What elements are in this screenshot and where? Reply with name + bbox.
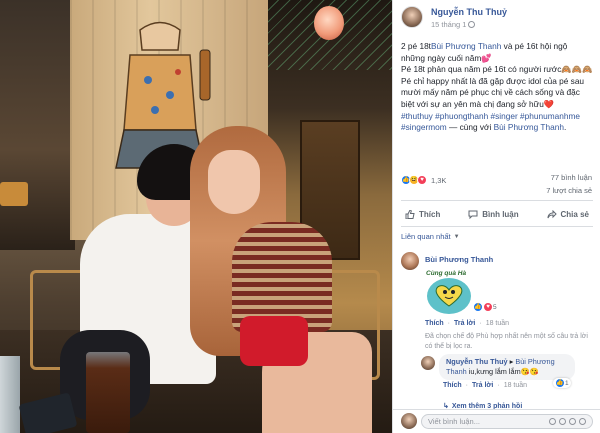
- reaction-count[interactable]: 1,3K: [431, 176, 446, 185]
- comment-icon: [468, 210, 478, 219]
- person-2-face: [208, 150, 260, 214]
- share-count[interactable]: 7 lượt chia sẻ: [546, 184, 592, 197]
- dot-separator: ·: [447, 320, 451, 327]
- caption-part: Pé chỉ happy nhất là đã gặp được idol củ…: [401, 75, 585, 109]
- comment-composer: Viết bình luận...: [393, 409, 600, 433]
- like-reaction-icon: 👍: [473, 302, 483, 312]
- facebook-photo-viewer: Nguyễn Thu Thuỷ 15 tháng 1 2 pé 18tBùi P…: [0, 0, 600, 433]
- reply-like-link[interactable]: Thích: [443, 382, 462, 389]
- reply-text: iu,kưng lắm lắm😘😘: [466, 367, 539, 376]
- post-timestamp[interactable]: 15 tháng 1: [431, 20, 507, 29]
- sticker-text: Cùng quà Hà: [426, 270, 467, 277]
- dot-separator: ·: [497, 382, 500, 389]
- comment-button[interactable]: Bình luận: [464, 210, 522, 219]
- composer-icons: [549, 418, 586, 425]
- comment-list: Bùi Phương Thanh Cùng quà Hà 👍 ♥ 5 Thích…: [393, 244, 600, 410]
- comment-meta: Thích · Trả lời · 18 tuần: [425, 320, 509, 327]
- comment-placeholder: Viết bình luận...: [428, 417, 480, 426]
- reply-avatar[interactable]: [421, 356, 435, 370]
- reply-reaction-badge[interactable]: 👍 1: [553, 378, 571, 388]
- commenter-name[interactable]: Bùi Phương Thanh: [425, 255, 493, 264]
- current-user-avatar: [401, 413, 417, 429]
- reply-like-count: 1: [565, 379, 569, 387]
- share-button[interactable]: Chia sẻ: [543, 209, 593, 219]
- reply-age[interactable]: 18 tuần: [504, 382, 527, 389]
- divider: [401, 200, 593, 201]
- red-lantern: [314, 6, 344, 40]
- like-label: Thích: [419, 209, 441, 219]
- dot-separator: ·: [479, 320, 482, 327]
- chevron-down-icon: ▼: [453, 233, 460, 240]
- comment-like-link[interactable]: Thích: [425, 320, 444, 327]
- iced-drink-glass: [86, 352, 130, 433]
- water-glass: [0, 356, 20, 433]
- sticker-icon[interactable]: [579, 418, 586, 425]
- caption-part: 2 pé 18t: [401, 41, 431, 51]
- globe-icon: [468, 21, 476, 28]
- filter-note: Đã chọn chế độ Phù hợp nhất nên một số c…: [425, 333, 588, 350]
- photo-bg-left: [0, 0, 75, 250]
- caption-tag-link[interactable]: Bùi Phương Thanh: [431, 41, 501, 51]
- like-button[interactable]: Thích: [401, 209, 444, 219]
- emoji-icon[interactable]: [549, 418, 556, 425]
- love-reaction-icon: ♥: [483, 302, 493, 312]
- caption-part: .: [563, 122, 567, 133]
- share-label: Chia sẻ: [560, 209, 589, 219]
- like-reaction-icon: 👍: [555, 378, 565, 388]
- post-sidebar: Nguyễn Thu Thuỷ 15 tháng 1 2 pé 18tBùi P…: [392, 0, 600, 433]
- tag-icon: ▸: [509, 357, 514, 366]
- post-caption: 2 pé 18tBùi Phương Thanh và pé 16t hội n…: [401, 41, 593, 134]
- post-actions: Thích Bình luận Chia sẻ: [401, 203, 593, 225]
- comment-sort-dropdown[interactable]: Liên quan nhất ▼: [401, 232, 460, 241]
- shop-sign: [0, 182, 28, 206]
- reply-author[interactable]: Nguyễn Thu Thuỷ: [446, 357, 508, 366]
- comment-reply-link[interactable]: Trả lời: [454, 320, 475, 327]
- dot-separator: ·: [465, 382, 469, 389]
- thumbs-up-icon: [405, 209, 415, 219]
- comment-count[interactable]: 77 bình luận: [546, 171, 592, 184]
- author-avatar[interactable]: [401, 6, 423, 28]
- author-meta: Nguyễn Thu Thuỷ 15 tháng 1: [431, 6, 507, 29]
- post-time-text[interactable]: 15 tháng 1: [431, 20, 466, 29]
- sort-label: Liên quan nhất: [401, 232, 451, 241]
- camera-icon[interactable]: [559, 418, 566, 425]
- caption-part: — cùng với: [446, 122, 494, 133]
- share-icon: [547, 209, 557, 218]
- love-reaction-icon: ♥: [417, 175, 427, 185]
- comment-label: Bình luận: [482, 209, 519, 219]
- comment-input[interactable]: Viết bình luận...: [421, 414, 593, 429]
- red-belt-bag: [240, 316, 308, 366]
- comment-like-count: 5: [493, 303, 497, 311]
- post-photo[interactable]: [0, 0, 392, 433]
- caption-with-tag-link[interactable]: Bùi Phương Thanh: [494, 122, 564, 132]
- reply-meta: Thích · Trả lời · 18 tuần: [443, 382, 527, 389]
- post-stats: 77 bình luận 7 lượt chia sẻ: [546, 171, 592, 197]
- gif-icon[interactable]: [569, 418, 576, 425]
- comment-reaction-badge[interactable]: 👍 ♥ 5: [473, 302, 497, 312]
- reply-bubble: Nguyễn Thu Thuỷ ▸ Bùi Phương Thanh iu,kư…: [439, 354, 575, 380]
- post-header: Nguyễn Thu Thuỷ 15 tháng 1: [401, 6, 507, 29]
- reply-reply-link[interactable]: Trả lời: [472, 382, 493, 389]
- caption-part: Pé 18t phản qua năm pé 16t có người rước…: [401, 64, 593, 75]
- author-name[interactable]: Nguyễn Thu Thuỷ: [431, 7, 507, 17]
- comment-age[interactable]: 18 tuần: [486, 320, 509, 327]
- commenter-avatar[interactable]: [401, 252, 419, 270]
- divider: [401, 226, 593, 227]
